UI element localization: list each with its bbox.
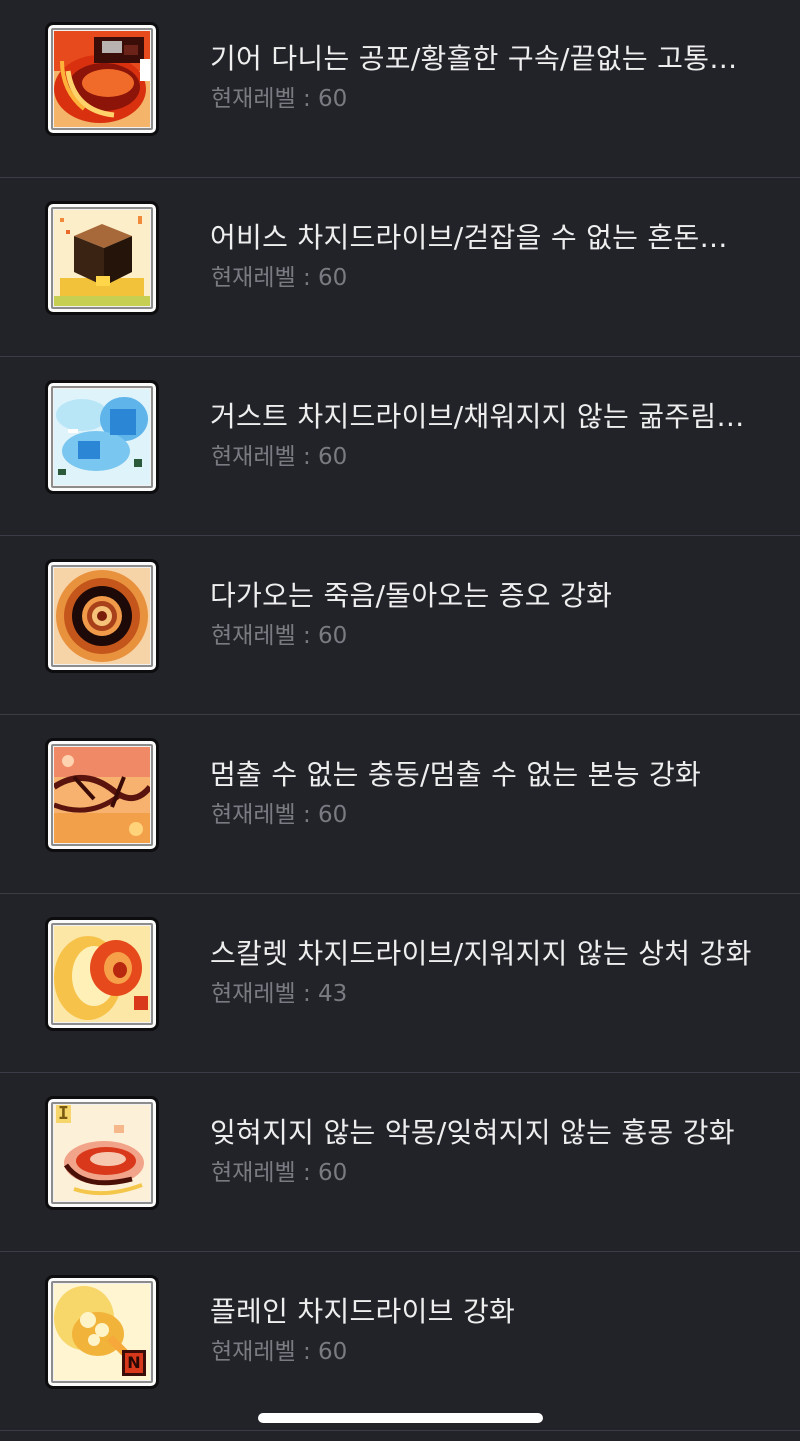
item-title: 기어 다니는 공포/황홀한 구속/끝없는 고통… — [210, 42, 738, 75]
list-item[interactable]: 기어 다니는 공포/황홀한 구속/끝없는 고통… 현재레벨 : 60 — [0, 0, 800, 178]
gust-wind-art — [54, 389, 150, 485]
item-level: 현재레벨 : 60 — [211, 623, 348, 649]
approaching-death-skill-icon — [45, 559, 159, 673]
abyss-chargedrive-skill-icon — [45, 201, 159, 315]
item-title: 스칼렛 차지드라이브/지워지지 않는 상처 강화 — [210, 937, 752, 970]
item-level: 현재레벨 : 60 — [211, 444, 348, 470]
list-item[interactable]: 다가오는 죽음/돌아오는 증오 강화 현재레벨 : 60 — [0, 537, 800, 715]
unforgettable-nightmare-skill-icon: I — [45, 1096, 159, 1210]
item-level: 현재레벨 : 60 — [211, 86, 348, 112]
item-title: 다가오는 죽음/돌아오는 증오 강화 — [210, 579, 613, 612]
item-level: 현재레벨 : 60 — [211, 1339, 348, 1365]
item-level: 현재레벨 : 43 — [211, 981, 348, 1007]
list-item[interactable]: 스칼렛 차지드라이브/지워지지 않는 상처 강화 현재레벨 : 43 — [0, 895, 800, 1073]
unstoppable-impulse-skill-icon — [45, 738, 159, 852]
scarlet-flame-art — [54, 926, 150, 1022]
list-item[interactable]: 멈출 수 없는 충동/멈출 수 없는 본능 강화 현재레벨 : 60 — [0, 716, 800, 894]
scarlet-chargedrive-skill-icon — [45, 917, 159, 1031]
n-badge: N — [122, 1350, 146, 1376]
item-title: 플레인 차지드라이브 강화 — [210, 1295, 516, 1328]
list-item[interactable]: 어비스 차지드라이브/걷잡을 수 없는 혼돈… 현재레벨 : 60 — [0, 179, 800, 357]
item-level: 현재레벨 : 60 — [211, 1160, 348, 1186]
item-title: 멈출 수 없는 충동/멈출 수 없는 본능 강화 — [210, 758, 702, 791]
unstoppable-impulse-art — [54, 747, 150, 843]
home-indicator[interactable] — [258, 1413, 543, 1423]
plain-chargedrive-skill-icon: N — [45, 1275, 159, 1389]
list-item[interactable]: 거스트 차지드라이브/채워지지 않는 굶주림… 현재레벨 : 60 — [0, 358, 800, 536]
list-item[interactable]: I 잊혀지지 않는 악몽/잊혀지지 않는 흉몽 강화 현재레벨 : 60 — [0, 1074, 800, 1252]
abyss-cube-art — [54, 210, 150, 306]
crawling-horror-skill-icon — [45, 22, 159, 136]
roman-numeral-badge: I — [56, 1103, 71, 1124]
item-title: 어비스 차지드라이브/걷잡을 수 없는 혼돈… — [210, 221, 728, 254]
item-title: 잊혀지지 않는 악몽/잊혀지지 않는 흉몽 강화 — [210, 1116, 735, 1149]
crawling-horror-art — [54, 31, 150, 127]
item-level: 현재레벨 : 60 — [211, 265, 348, 291]
approaching-death-art — [54, 568, 150, 664]
list-item[interactable]: N 플레인 차지드라이브 강화 현재레벨 : 60 — [0, 1253, 800, 1431]
gust-chargedrive-skill-icon — [45, 380, 159, 494]
item-level: 현재레벨 : 60 — [211, 802, 348, 828]
item-title: 거스트 차지드라이브/채워지지 않는 굶주림… — [210, 400, 745, 433]
